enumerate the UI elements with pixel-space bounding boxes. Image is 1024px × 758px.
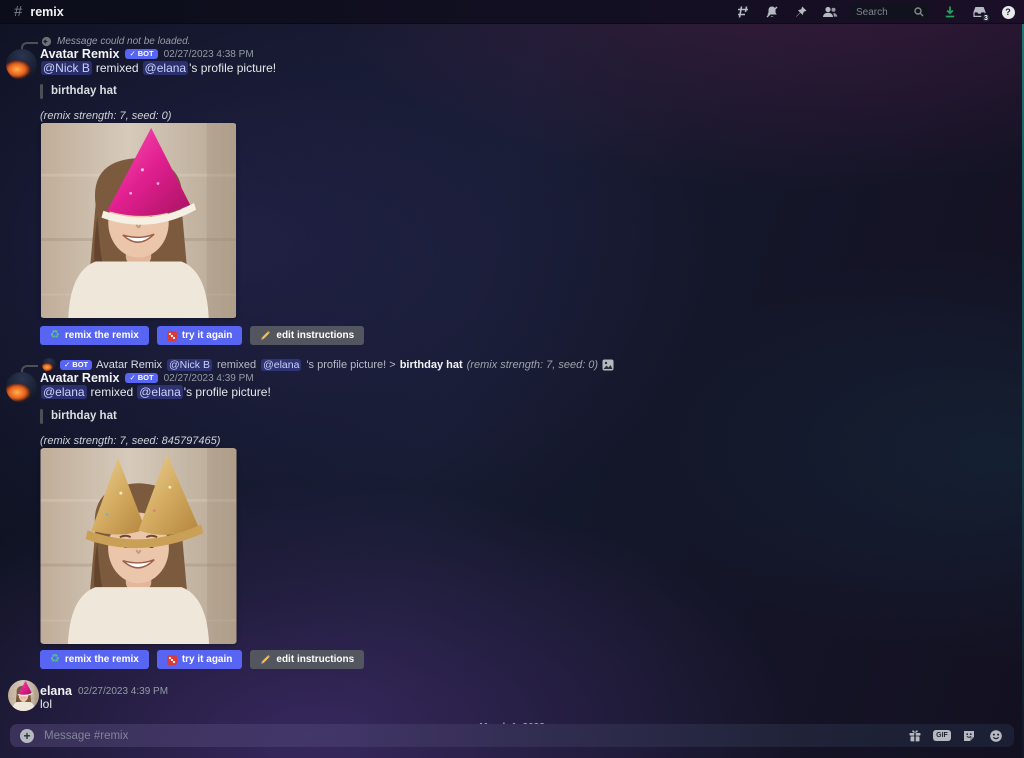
reply-warning-icon xyxy=(41,36,52,47)
reply-quote: birthday hat xyxy=(400,359,463,371)
remix-the-remix-button[interactable]: ♻ remix the remix xyxy=(40,326,149,345)
reply-preview[interactable]: ✓ BOT Avatar Remix @Nick B remixed @elan… xyxy=(42,358,614,372)
mention-elana[interactable]: @elana xyxy=(137,385,183,399)
bot-avatar[interactable] xyxy=(6,49,37,80)
search-box[interactable] xyxy=(851,4,929,20)
edit-instructions-button[interactable]: edit instructions xyxy=(250,650,364,669)
action-button-row: ♻ remix the remix try it again edit inst… xyxy=(40,326,364,345)
message-input[interactable] xyxy=(44,730,897,742)
mention-nick-b[interactable]: @Nick B xyxy=(167,359,212,371)
action-button-row: ♻ remix the remix try it again edit inst… xyxy=(40,650,364,669)
inbox-badge: 3 xyxy=(981,13,991,23)
date-divider: March 1, 2023 xyxy=(0,717,1024,724)
timestamp: 02/27/2023 4:39 PM xyxy=(164,373,254,384)
message-header: Avatar Remix ✓ BOT 02/27/2023 4:38 PM xyxy=(40,47,254,61)
bot-badge-check: ✓ xyxy=(129,50,135,58)
quote-bar xyxy=(40,84,43,99)
quote-text: birthday hat xyxy=(51,409,117,424)
search-input[interactable] xyxy=(856,7,914,18)
reply-note: Message could not be loaded. xyxy=(41,36,190,47)
try-it-again-button[interactable]: try it again xyxy=(157,650,243,669)
search-icon xyxy=(914,7,924,17)
gif-icon[interactable]: GIF xyxy=(934,728,950,744)
quote-bar xyxy=(40,409,43,424)
notifications-muted-icon[interactable] xyxy=(764,4,780,20)
message-content: @elanaremixed@elana's profile picture! xyxy=(40,385,271,399)
edit-instructions-button[interactable]: edit instructions xyxy=(250,326,364,345)
message-header: elana 02/27/2023 4:39 PM xyxy=(40,684,168,698)
author-name[interactable]: Avatar Remix xyxy=(40,371,119,385)
composer-icons: GIF xyxy=(907,728,1004,744)
recycle-icon: ♻ xyxy=(50,330,60,341)
threads-icon[interactable] xyxy=(735,4,751,20)
topbar-actions: 3 ? xyxy=(735,0,1016,24)
bot-badge-label: BOT xyxy=(138,50,154,58)
author-name[interactable]: elana xyxy=(40,684,72,698)
mention-elana[interactable]: @elana xyxy=(261,359,301,371)
remix-params: (remix strength: 7, seed: 0) xyxy=(40,110,171,122)
remixed-photo-gold-hat[interactable] xyxy=(40,448,237,644)
mention-elana[interactable]: @elana xyxy=(143,61,189,75)
timestamp: 02/27/2023 4:39 PM xyxy=(78,686,168,697)
recycle-icon: ♻ xyxy=(50,654,60,665)
author-name[interactable]: Avatar Remix xyxy=(40,47,119,61)
bot-badge: ✓ BOT xyxy=(125,373,157,384)
pin-icon[interactable] xyxy=(793,4,809,20)
remix-the-remix-button[interactable]: ♻ remix the remix xyxy=(40,650,149,669)
channel-hash-icon: # xyxy=(14,3,22,20)
pencil-icon xyxy=(260,330,271,341)
dice-icon xyxy=(167,655,177,665)
mention-nick-b[interactable]: @Nick B xyxy=(41,61,92,75)
channel-name: remix xyxy=(30,5,63,19)
channel-topbar: # remix 3 ? xyxy=(0,0,1024,24)
message-header: Avatar Remix ✓ BOT 02/27/2023 4:39 PM xyxy=(40,371,254,385)
gift-icon[interactable] xyxy=(907,728,923,744)
message-content: lol xyxy=(40,697,52,711)
bot-avatar[interactable] xyxy=(6,372,37,403)
mention-elana[interactable]: @elana xyxy=(41,385,87,399)
image-attachment-icon xyxy=(602,359,614,371)
user-avatar-elana[interactable] xyxy=(8,680,39,711)
remixed-photo-pink-hat[interactable] xyxy=(40,123,237,318)
update-download-icon[interactable] xyxy=(942,4,958,20)
reply-author: Avatar Remix xyxy=(96,359,162,371)
sticker-icon[interactable] xyxy=(961,728,977,744)
message-content: @Nick Bremixed@elana's profile picture! xyxy=(40,61,276,75)
try-it-again-button[interactable]: try it again xyxy=(157,326,243,345)
dice-icon xyxy=(167,331,177,341)
remix-params: (remix strength: 7, seed: 845797465) xyxy=(40,435,220,447)
bot-badge: ✓ BOT xyxy=(60,360,92,371)
quote-text: birthday hat xyxy=(51,84,117,99)
emoji-icon[interactable] xyxy=(988,728,1004,744)
help-icon[interactable]: ? xyxy=(1000,4,1016,20)
reply-mini-avatar xyxy=(42,358,56,372)
blockquote: birthday hat xyxy=(40,84,117,99)
inbox-icon[interactable]: 3 xyxy=(971,4,987,20)
reply-params: (remix strength: 7, seed: 0) xyxy=(467,359,598,371)
members-icon[interactable] xyxy=(822,4,838,20)
bot-badge: ✓ BOT xyxy=(125,49,157,60)
add-attachment-icon[interactable]: + xyxy=(20,729,34,743)
message-composer[interactable]: + GIF xyxy=(10,724,1014,747)
blockquote: birthday hat xyxy=(40,409,117,424)
pencil-icon xyxy=(260,654,271,665)
timestamp: 02/27/2023 4:38 PM xyxy=(164,49,254,60)
